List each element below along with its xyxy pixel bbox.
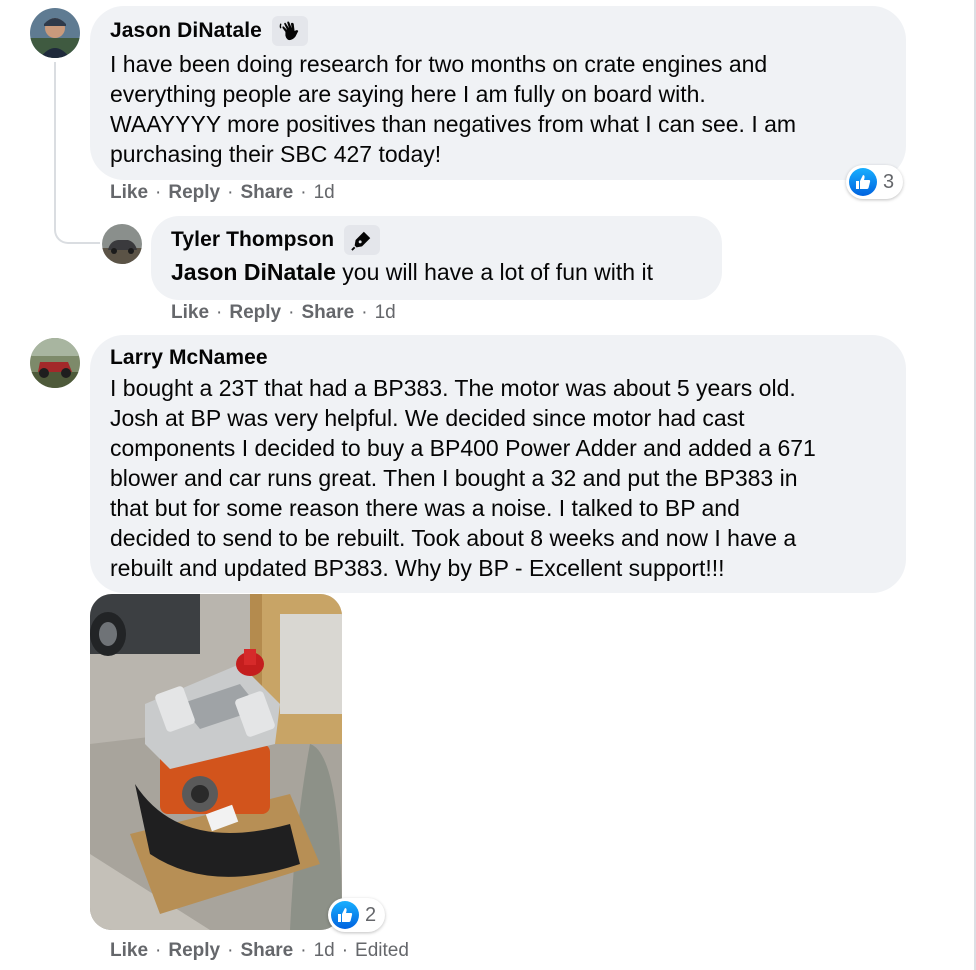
timestamp[interactable]: 1d <box>375 302 396 324</box>
comment-photo[interactable] <box>90 594 342 930</box>
comment-text: I bought a 23T that had a BP383. The mot… <box>110 375 816 581</box>
like-icon <box>331 901 359 929</box>
like-icon <box>849 168 877 196</box>
reply-actions: Like · Reply · Share · 1d <box>171 302 396 324</box>
separator: · <box>288 302 295 323</box>
avatar-tyler-image <box>102 224 142 264</box>
comment-header: Larry McNamee <box>110 346 268 370</box>
share-button[interactable]: Share <box>240 940 293 962</box>
reaction-number: 2 <box>365 903 377 926</box>
separator: · <box>227 182 234 203</box>
avatar-jason-image <box>30 8 80 58</box>
comment-header: Jason DiNatale <box>110 16 308 46</box>
separator: · <box>155 182 162 203</box>
comment-text: I have been doing research for two month… <box>110 51 797 167</box>
avatar[interactable] <box>30 8 80 58</box>
reply-text-line: Jason DiNatale you will have a lot of fu… <box>171 257 653 287</box>
separator: · <box>300 940 307 961</box>
avatar[interactable] <box>102 224 142 264</box>
avatar[interactable] <box>30 338 80 388</box>
separator: · <box>227 940 234 961</box>
reply-author[interactable]: Tyler Thompson <box>171 228 334 252</box>
separator: · <box>300 182 307 203</box>
share-button[interactable]: Share <box>240 182 293 204</box>
engine-photo-image <box>90 594 342 930</box>
separator: · <box>155 940 162 961</box>
photo-reaction-count[interactable]: 2 <box>328 898 386 932</box>
reply-header: Tyler Thompson <box>171 225 381 255</box>
waving-hand-icon[interactable] <box>271 16 308 46</box>
separator: · <box>341 940 349 961</box>
comments-page: Jason DiNatale I have been doing researc… <box>0 0 976 970</box>
reply-button[interactable]: Reply <box>229 302 281 324</box>
like-button[interactable]: Like <box>171 302 209 324</box>
timestamp[interactable]: 1d <box>314 182 335 204</box>
separator: · <box>361 302 368 323</box>
comment-author[interactable]: Larry McNamee <box>110 346 268 370</box>
reaction-count[interactable]: 3 <box>846 165 904 199</box>
comment-actions: Like · Reply · Share · 1d · Edited <box>110 940 409 962</box>
like-button[interactable]: Like <box>110 182 148 204</box>
like-button[interactable]: Like <box>110 940 148 962</box>
pen-icon[interactable] <box>344 225 381 255</box>
edited-label[interactable]: Edited <box>355 940 409 962</box>
reply-button[interactable]: Reply <box>168 940 220 962</box>
reaction-number: 3 <box>883 170 895 193</box>
comment-actions: Like · Reply · Share · 1d <box>110 182 335 204</box>
reply-button[interactable]: Reply <box>168 182 220 204</box>
timestamp[interactable]: 1d <box>314 940 335 962</box>
share-button[interactable]: Share <box>301 302 354 324</box>
reply-text: you will have a lot of fun with it <box>342 259 653 285</box>
mention-link[interactable]: Jason DiNatale <box>171 259 336 285</box>
avatar-larry-image <box>30 338 80 388</box>
separator: · <box>216 302 223 323</box>
comment-author[interactable]: Jason DiNatale <box>110 19 262 43</box>
